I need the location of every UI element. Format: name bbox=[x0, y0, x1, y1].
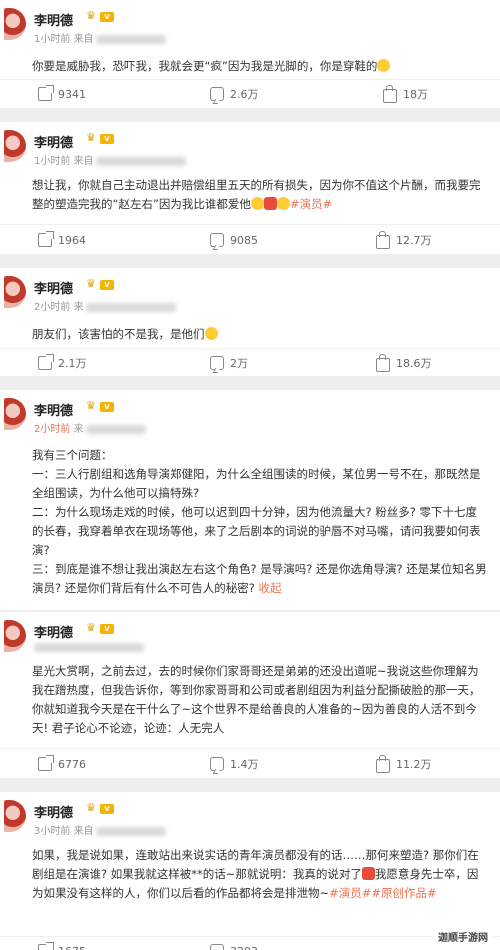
avatar[interactable] bbox=[4, 800, 26, 832]
share-button[interactable]: 1675 bbox=[38, 939, 86, 950]
share-icon bbox=[38, 85, 54, 101]
post-card: 李明德 ♛ V 1小时前 来自 想让我，你就自己主动退出并赔偿组里五天的所有损失… bbox=[0, 122, 500, 254]
author-name[interactable]: 李明德 bbox=[34, 622, 73, 641]
like-icon bbox=[383, 84, 397, 103]
post-card: 李明德 ♛ V 2小时前 来 朋友们，该害怕的不是我，是他们 2.1万 2万 1… bbox=[0, 268, 500, 376]
gift-emoji-icon bbox=[361, 867, 375, 880]
smile-emoji-icon bbox=[204, 327, 218, 340]
like-button[interactable]: 11.2万 bbox=[376, 752, 432, 776]
author-name[interactable]: 李明德 bbox=[34, 132, 73, 151]
comment-icon bbox=[210, 87, 224, 101]
like-icon bbox=[376, 754, 390, 773]
laugh-emoji-icon bbox=[377, 59, 391, 72]
share-button[interactable]: 1964 bbox=[38, 228, 86, 252]
share-icon bbox=[38, 755, 54, 771]
question-three: 三：到底是谁不想让我出演赵左右这个角色? 是导演吗? 还是你选角导演? 还是某位… bbox=[32, 562, 487, 595]
crown-icon: ♛ bbox=[86, 621, 96, 634]
post-meta bbox=[34, 642, 144, 653]
post-card: 李明德 ♛ V 1小时前 来自 你要是威胁我，恐吓我，我就会更“疯”因为我是光脚… bbox=[0, 0, 500, 108]
comment-button[interactable]: 9085 bbox=[210, 228, 258, 252]
verified-badge-icon: V bbox=[100, 134, 114, 144]
like-button[interactable]: 12.7万 bbox=[376, 228, 432, 252]
verified-badge-icon: V bbox=[100, 804, 114, 814]
topic-link[interactable]: #演员# bbox=[290, 197, 332, 211]
post-card: 李明德 ♛ V 星光大赏啊，之前去过，去的时候你们家哥哥还是弟弟的还没出道呢~我… bbox=[0, 612, 500, 778]
avatar[interactable] bbox=[4, 276, 26, 308]
question-one: 一：三人行剧组和选角导演郑健阳，为什么全组围读的时候，某位男一号不在，那既然是全… bbox=[32, 467, 481, 500]
verified-badge-icon: V bbox=[100, 280, 114, 290]
comment-icon bbox=[210, 233, 224, 247]
comment-icon bbox=[210, 757, 224, 771]
comment-button[interactable]: 1.4万 bbox=[210, 752, 259, 776]
site-watermark: 迦顺手游网 bbox=[432, 927, 494, 946]
post-card: 李明德 ♛ V 3小时前 来自 如果，我是说如果，连敢站出来说实话的青年演员都没… bbox=[0, 792, 500, 950]
comment-icon bbox=[210, 356, 224, 370]
crown-icon: ♛ bbox=[86, 131, 96, 144]
topic-link[interactable]: #演员##原创作品# bbox=[329, 886, 437, 900]
like-icon bbox=[376, 353, 390, 372]
post-card: 李明德 ♛ V 2小时前 来 我有三个问题： 一：三人行剧组和选角导演郑健阳，为… bbox=[0, 390, 500, 610]
comment-button[interactable]: 2.6万 bbox=[210, 82, 259, 106]
crown-icon: ♛ bbox=[86, 801, 96, 814]
author-name[interactable]: 李明德 bbox=[34, 400, 73, 419]
post-text: 如果，我是说如果，连敢站出来说实话的青年演员都没有的话……那何来塑造? 那你们在… bbox=[32, 848, 479, 900]
crown-icon: ♛ bbox=[86, 277, 96, 290]
question-two: 二：为什么现场走戏的时候，他可以迟到四十分钟，因为他流量大? 粉丝多? 零下十七… bbox=[32, 505, 481, 557]
like-icon bbox=[376, 230, 390, 249]
share-button[interactable]: 2.1万 bbox=[38, 351, 87, 375]
avatar[interactable] bbox=[4, 398, 26, 430]
heart-eyes-emoji-icon bbox=[250, 197, 264, 210]
avatar[interactable] bbox=[4, 620, 26, 652]
like-button[interactable]: 18万 bbox=[383, 82, 428, 106]
crown-icon: ♛ bbox=[86, 399, 96, 412]
gift-emoji-icon bbox=[263, 197, 277, 210]
grin-emoji-icon bbox=[276, 197, 290, 210]
post-meta: 1小时前 来自 bbox=[34, 152, 186, 167]
post-meta: 1小时前 来自 bbox=[34, 30, 166, 45]
verified-badge-icon: V bbox=[100, 12, 114, 22]
post-meta: 2小时前 来 bbox=[34, 298, 176, 313]
author-name[interactable]: 李明德 bbox=[34, 10, 73, 29]
comment-button[interactable]: 3293 bbox=[210, 939, 258, 950]
like-button[interactable]: 18.6万 bbox=[376, 351, 432, 375]
share-icon bbox=[38, 231, 54, 247]
collapse-link[interactable]: 收起 bbox=[259, 581, 282, 595]
post-text: 我有三个问题： 一：三人行剧组和选角导演郑健阳，为什么全组围读的时候，某位男一号… bbox=[32, 446, 488, 598]
question-intro: 我有三个问题： bbox=[32, 448, 113, 462]
share-button[interactable]: 9341 bbox=[38, 82, 86, 106]
post-meta: 3小时前 来自 bbox=[34, 822, 166, 837]
crown-icon: ♛ bbox=[86, 9, 96, 22]
author-name[interactable]: 李明德 bbox=[34, 278, 73, 297]
post-text: 你要是威胁我，恐吓我，我就会更“疯”因为我是光脚的，你是穿鞋的 bbox=[32, 57, 488, 76]
comment-button[interactable]: 2万 bbox=[210, 351, 248, 375]
avatar[interactable] bbox=[4, 130, 26, 162]
share-icon bbox=[38, 354, 54, 370]
post-meta: 2小时前 来 bbox=[34, 420, 146, 435]
post-text: 星光大赏啊，之前去过，去的时候你们家哥哥还是弟弟的还没出道呢~我说这些你理解为我… bbox=[32, 664, 481, 735]
verified-badge-icon: V bbox=[100, 624, 114, 634]
author-name[interactable]: 李明德 bbox=[34, 802, 73, 821]
share-icon bbox=[38, 942, 54, 950]
avatar[interactable] bbox=[4, 8, 26, 40]
share-button[interactable]: 6776 bbox=[38, 752, 86, 776]
post-text: 朋友们，该害怕的不是我，是他们 bbox=[32, 325, 488, 344]
verified-badge-icon: V bbox=[100, 402, 114, 412]
post-text: 想让我，你就自己主动退出并赔偿组里五天的所有损失，因为你不值这个片酬，而我要完整… bbox=[32, 178, 481, 211]
comment-icon bbox=[210, 944, 224, 950]
